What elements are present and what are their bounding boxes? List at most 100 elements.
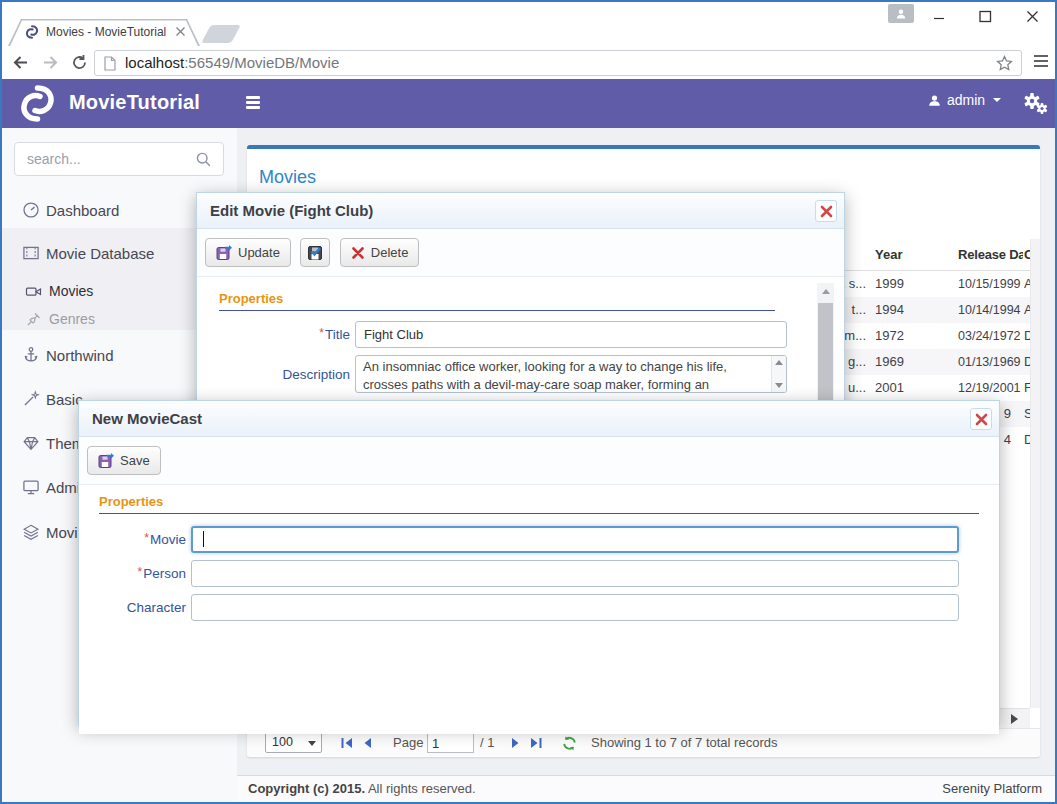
layers-icon: [22, 523, 40, 541]
character-field-row: Character: [79, 594, 999, 621]
edit-dialog-close-button[interactable]: [815, 200, 837, 222]
close-icon: [975, 413, 988, 426]
edit-dialog-titlebar[interactable]: Edit Movie (Fight Club): [197, 193, 844, 229]
browser-window: Movies - MovieTutorial: [0, 0, 1057, 804]
description-field-row: Description An insomniac office worker, …: [197, 355, 809, 393]
new-moviecast-dialog: New MovieCast Save Properties *Movie *Pe…: [78, 400, 1000, 726]
monitor-icon: [22, 478, 40, 496]
category-divider: [219, 310, 775, 311]
browser-toolbar: localhost:56549/MovieDB/Movie: [2, 46, 1055, 79]
film-icon: [22, 244, 40, 262]
wand-icon: [22, 390, 40, 408]
page-title: Movies: [259, 167, 316, 188]
page-size-select[interactable]: 100: [265, 732, 322, 753]
person-field-row: *Person: [79, 560, 999, 587]
title-label: Title: [325, 327, 350, 342]
description-textarea[interactable]: An insomniac office worker, looking for …: [355, 355, 787, 393]
scroll-up-icon: [775, 360, 783, 365]
new-dialog-toolbar: Save: [79, 437, 999, 485]
window-minimize-button[interactable]: [922, 2, 956, 30]
title-field-row: *Title: [197, 321, 809, 348]
settings-gears-icon[interactable]: [1022, 91, 1048, 115]
tab-title: Movies - MovieTutorial: [46, 25, 166, 39]
next-page-icon[interactable]: [509, 736, 522, 750]
page-icon: [104, 56, 116, 71]
sidebar-search: [14, 142, 224, 176]
footer-rights: All rights reserved.: [368, 781, 476, 796]
profile-avatar-icon[interactable]: [888, 4, 914, 23]
close-icon: [820, 205, 833, 218]
category-title: Properties: [99, 494, 979, 509]
update-button[interactable]: Update: [205, 238, 291, 267]
title-input[interactable]: [355, 321, 787, 348]
text-cursor: [203, 531, 204, 547]
person-input[interactable]: [191, 560, 959, 587]
browser-menu-icon[interactable]: [1033, 53, 1049, 69]
browser-tab[interactable]: Movies - MovieTutorial: [8, 19, 200, 46]
window-maximize-button[interactable]: [968, 2, 1002, 30]
user-menu[interactable]: admin: [928, 92, 1001, 108]
save-icon: [216, 245, 232, 261]
diamond-icon: [22, 434, 40, 452]
sidebar-toggle-icon[interactable]: [246, 96, 260, 111]
movie-input[interactable]: [191, 526, 959, 553]
save-icon: [98, 453, 114, 469]
tab-close-icon[interactable]: [175, 26, 186, 37]
new-dialog-close-button[interactable]: [970, 408, 992, 430]
scroll-up-button[interactable]: [817, 283, 834, 299]
column-header-year[interactable]: Year: [875, 239, 945, 271]
browser-titlebar: Movies - MovieTutorial: [2, 2, 1055, 46]
address-bar[interactable]: localhost:56549/MovieDB/Movie: [94, 50, 1022, 76]
footer-platform: Serenity Platform: [942, 776, 1042, 802]
favicon-swirl-icon: [24, 24, 40, 40]
footer: Copyright (c) 2015. All rights reserved.…: [237, 775, 1055, 802]
category-title: Properties: [219, 291, 775, 306]
new-dialog-title: New MovieCast: [92, 401, 202, 436]
person-label: Person: [143, 566, 186, 581]
apply-changes-button[interactable]: [300, 238, 330, 267]
category-divider: [99, 513, 979, 514]
textarea-scrollbar[interactable]: [771, 356, 786, 392]
last-page-icon[interactable]: [528, 736, 543, 750]
delete-button[interactable]: Delete: [340, 238, 420, 267]
refresh-grid-icon[interactable]: [561, 735, 578, 752]
refresh-icon[interactable]: [71, 54, 88, 71]
pin-icon: [25, 311, 42, 328]
scroll-down-icon: [775, 383, 783, 388]
description-label: Description: [197, 367, 355, 382]
search-icon[interactable]: [196, 152, 211, 167]
page-number-input[interactable]: [427, 733, 474, 753]
forward-icon[interactable]: [42, 54, 59, 71]
anchor-icon: [22, 346, 40, 364]
app-navbar: MovieTutorial admin: [2, 79, 1055, 128]
window-close-button[interactable]: [1015, 2, 1049, 30]
edit-dialog-title: Edit Movie (Fight Club): [210, 193, 373, 228]
new-dialog-titlebar[interactable]: New MovieCast: [79, 401, 999, 437]
save-button[interactable]: Save: [87, 446, 161, 475]
url-text: localhost:56549/MovieDB/Movie: [125, 54, 339, 71]
user-name: admin: [947, 92, 985, 108]
bookmark-star-icon[interactable]: [996, 55, 1013, 72]
dashboard-icon: [22, 201, 40, 219]
edit-dialog-toolbar: Update Delete: [197, 229, 844, 277]
serenity-logo-icon: [17, 83, 58, 124]
brand-title: MovieTutorial: [69, 91, 200, 114]
new-dialog-body: Properties *Movie *Person Character: [79, 494, 999, 734]
grid-vertical-scrollbar[interactable]: [1030, 239, 1040, 708]
video-camera-icon: [25, 283, 42, 300]
character-label: Character: [79, 600, 191, 615]
save-check-icon: [307, 245, 323, 261]
search-input[interactable]: [27, 149, 187, 169]
user-icon: [928, 94, 941, 107]
movie-label: Movie: [150, 532, 186, 547]
new-tab-button[interactable]: [201, 25, 241, 43]
first-page-icon[interactable]: [340, 736, 355, 750]
delete-x-icon: [351, 246, 365, 260]
column-header-release-date[interactable]: Release Da...: [958, 239, 1023, 271]
scroll-right-icon[interactable]: [1011, 714, 1018, 724]
chevron-down-icon: [993, 98, 1001, 102]
movie-field-row: *Movie: [79, 526, 999, 553]
character-input[interactable]: [191, 594, 959, 621]
prev-page-icon[interactable]: [361, 736, 374, 750]
back-icon[interactable]: [12, 54, 29, 71]
